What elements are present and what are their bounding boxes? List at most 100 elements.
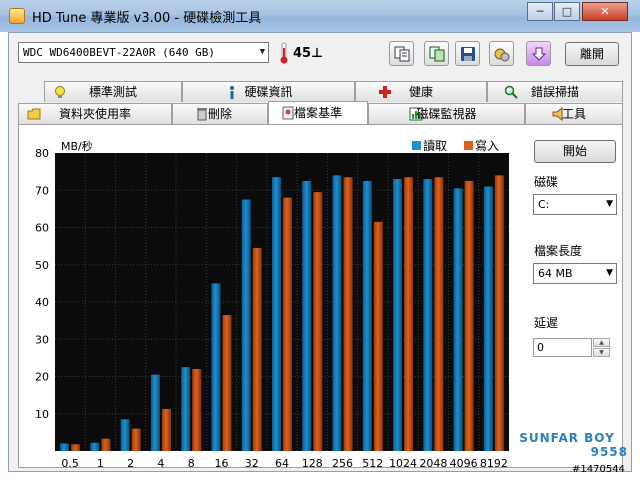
- x-tick-label: 512: [362, 457, 383, 469]
- x-tick-label: 2048: [419, 457, 447, 469]
- thermometer-icon: [280, 42, 288, 64]
- options-button[interactable]: [489, 41, 514, 66]
- read-bar: [393, 179, 403, 451]
- read-bar: [241, 199, 251, 451]
- x-tick-label: 32: [245, 457, 259, 469]
- window-title: HD Tune 專業版 v3.00 - 硬碟檢測工具: [32, 11, 262, 26]
- x-tick-label: 256: [332, 457, 353, 469]
- maximize-button[interactable]: □: [554, 2, 580, 21]
- tab-benchmark[interactable]: 標準測試: [44, 81, 182, 102]
- x-tick-label: 64: [275, 457, 289, 469]
- disk-select-value: C:: [538, 198, 550, 211]
- delay-label: 延遲: [534, 316, 559, 330]
- write-bar: [434, 177, 444, 451]
- x-tick-label: 1: [97, 457, 104, 469]
- write-bar: [71, 444, 81, 451]
- x-tick-label: 128: [302, 457, 323, 469]
- start-button[interactable]: 開始: [534, 140, 616, 163]
- temperature-value: 45⊥: [293, 46, 323, 61]
- write-bar: [222, 315, 232, 451]
- minimize-button[interactable]: ─: [527, 2, 553, 21]
- y-tick-label: 20: [35, 371, 49, 384]
- tab-erase[interactable]: 刪除: [172, 103, 268, 124]
- y-tick-label: 50: [35, 259, 49, 272]
- watermark-line1: SUNFAR BOY: [519, 431, 615, 445]
- exit-button[interactable]: 離開: [565, 42, 619, 66]
- write-bar: [252, 247, 262, 451]
- watermark-line2: 9558: [590, 445, 628, 459]
- write-bar: [131, 428, 141, 451]
- x-tick-label: 0.5: [61, 457, 79, 469]
- drive-select-value: WDC WD6400BEVT-22A0R (640 GB): [23, 46, 216, 59]
- write-bar: [404, 177, 414, 451]
- write-bar: [343, 177, 353, 451]
- x-tick-label: 16: [214, 457, 228, 469]
- download-icon: [531, 47, 547, 61]
- x-tick-label: 1024: [389, 457, 417, 469]
- title-bar: HD Tune 專業版 v3.00 - 硬碟檢測工具 ─ □ ✕: [0, 0, 640, 32]
- write-bar: [161, 408, 171, 451]
- write-bar: [494, 175, 504, 451]
- copy-screenshot-icon: [429, 46, 445, 62]
- write-bar: [313, 192, 323, 452]
- x-tick-label: 2: [127, 457, 134, 469]
- save-icon: [461, 47, 475, 61]
- download-button[interactable]: [526, 41, 551, 66]
- delay-increment-button[interactable]: ▲: [593, 338, 610, 347]
- x-tick-label: 4096: [450, 457, 478, 469]
- y-tick-label: 80: [35, 147, 49, 160]
- read-bar: [302, 180, 312, 451]
- options-icon: [494, 48, 510, 62]
- disk-label: 磁碟: [534, 175, 559, 189]
- watermark: SUNFAR BOY 9558: [500, 431, 634, 459]
- read-bar: [483, 186, 493, 451]
- post-id: #1470544: [572, 464, 625, 475]
- write-bar: [283, 197, 292, 451]
- tab-health[interactable]: 健康: [355, 81, 487, 102]
- write-bar: [464, 180, 474, 451]
- tab-disk-monitor[interactable]: 磁碟監視器: [368, 103, 525, 124]
- write-bar: [101, 438, 111, 451]
- read-bar: [332, 175, 342, 451]
- y-tick-label: 10: [35, 408, 49, 421]
- copy-screenshot-button[interactable]: [424, 41, 449, 66]
- tab-folder-usage[interactable]: 資料夾使用率: [18, 103, 172, 124]
- read-bar: [362, 180, 372, 451]
- write-bar: [192, 369, 202, 451]
- window-client: WDC WD6400BEVT-22A0R (640 GB) ▼ 45⊥ 離開 標…: [8, 32, 632, 472]
- delay-decrement-button[interactable]: ▼: [593, 348, 610, 357]
- tab-tools[interactable]: 工具: [525, 103, 623, 124]
- file-length-select[interactable]: 64 MB ▼: [533, 263, 617, 284]
- drive-select[interactable]: WDC WD6400BEVT-22A0R (640 GB) ▼: [18, 42, 269, 63]
- read-bar: [120, 419, 130, 451]
- write-bar: [373, 221, 383, 451]
- x-tick-label: 8: [188, 457, 195, 469]
- x-tick-label: 4: [157, 457, 164, 469]
- read-bar: [90, 442, 100, 451]
- app-icon: [9, 8, 25, 24]
- chevron-down-icon: ▼: [606, 268, 613, 278]
- read-bar: [211, 283, 221, 451]
- tab-error-scan[interactable]: 錯誤掃描: [487, 81, 623, 102]
- copy-info-icon: [394, 46, 410, 62]
- copy-info-button[interactable]: [389, 41, 414, 66]
- chevron-down-icon: ▼: [606, 199, 613, 209]
- read-bar: [181, 367, 191, 451]
- chevron-down-icon: ▼: [259, 47, 265, 57]
- tab-disk-info[interactable]: 硬碟資訊: [182, 81, 355, 102]
- tab-file-benchmark[interactable]: 檔案基準: [268, 101, 368, 124]
- y-tick-label: 70: [35, 184, 49, 197]
- file-length-select-value: 64 MB: [538, 267, 573, 280]
- read-bar: [453, 188, 463, 451]
- read-bar: [423, 179, 433, 451]
- delay-input[interactable]: 0: [533, 338, 592, 357]
- y-tick-label: 30: [35, 333, 49, 346]
- y-tick-label: 60: [35, 222, 49, 235]
- disk-select[interactable]: C: ▼: [533, 194, 617, 215]
- read-bar: [60, 443, 70, 451]
- read-bar: [272, 177, 281, 451]
- close-button[interactable]: ✕: [582, 2, 628, 21]
- save-button[interactable]: [455, 41, 480, 66]
- transfer-rate-chart: 10 20 30 40 50 60 70 80 0.5 1 2 4 8 16 32 64 128 256 512 10…: [35, 147, 509, 469]
- y-tick-label: 40: [35, 296, 49, 309]
